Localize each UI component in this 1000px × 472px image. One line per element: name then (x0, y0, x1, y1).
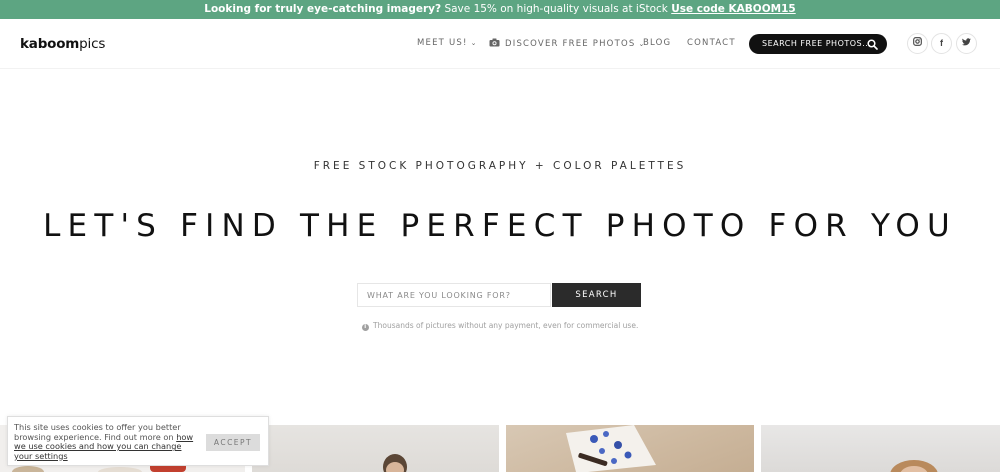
nav-discover-free-photos[interactable]: DISCOVER FREE PHOTOS ⌄ (489, 38, 646, 50)
logo-light-part: pics (79, 36, 106, 52)
chevron-down-icon: ⌄ (470, 39, 478, 47)
site-logo[interactable]: kaboompics (20, 36, 105, 52)
search-icon (867, 38, 878, 58)
nav-contact[interactable]: CONTACT (687, 38, 736, 48)
photo-thumbnail-4[interactable] (761, 425, 1000, 472)
nav-meet-us-label: MEET US! (417, 38, 468, 48)
photo-thumbnail-2[interactable] (252, 425, 499, 472)
photo-thumbnail-3[interactable] (506, 425, 754, 472)
instagram-button[interactable] (907, 33, 928, 54)
search-button[interactable]: SEARCH (552, 283, 641, 307)
search-free-photos-button[interactable]: SEARCH FREE PHOTOS... (749, 34, 887, 54)
nav-blog[interactable]: BLOG (643, 38, 671, 48)
hero-title: LET'S FIND THE PERFECT PHOTO FOR YOU (43, 208, 957, 244)
cookie-text: This site uses cookies to offer you bett… (14, 422, 196, 461)
promo-banner: Looking for truly eye-catching imagery? … (0, 0, 1000, 19)
promo-lead: Looking for truly eye-catching imagery? (204, 3, 442, 15)
hero-subtitle: FREE STOCK PHOTOGRAPHY + COLOR PALETTES (313, 160, 687, 172)
promo-body: Save 15% on high-quality visuals at iSto… (441, 3, 672, 15)
twitter-icon (962, 38, 971, 48)
hero-note-text: Thousands of pictures without any paymen… (373, 321, 639, 330)
camera-icon (489, 38, 500, 50)
facebook-button[interactable]: f (931, 33, 952, 54)
twitter-button[interactable] (956, 33, 977, 54)
info-icon: i (361, 324, 369, 331)
search-input[interactable] (357, 283, 551, 307)
nav-meet-us[interactable]: MEET US! ⌄ (417, 38, 478, 48)
hero-note: i Thousands of pictures without any paym… (0, 321, 1000, 331)
instagram-icon (913, 37, 922, 48)
facebook-icon: f (940, 38, 943, 48)
accept-cookies-button[interactable]: ACCEPT (206, 434, 260, 451)
search-pill-label: SEARCH FREE PHOTOS... (762, 39, 872, 48)
cookie-notice: This site uses cookies to offer you bett… (7, 416, 269, 466)
promo-code-link[interactable]: Use code KABOOM15 (671, 3, 795, 15)
nav-discover-label: DISCOVER FREE PHOTOS (505, 39, 636, 49)
site-header: kaboompics MEET US! ⌄ DISCOVER FREE PHOTO… (0, 19, 1000, 69)
logo-bold-part: kaboom (20, 36, 80, 52)
cookie-text-body: This site uses cookies to offer you bett… (14, 422, 181, 442)
